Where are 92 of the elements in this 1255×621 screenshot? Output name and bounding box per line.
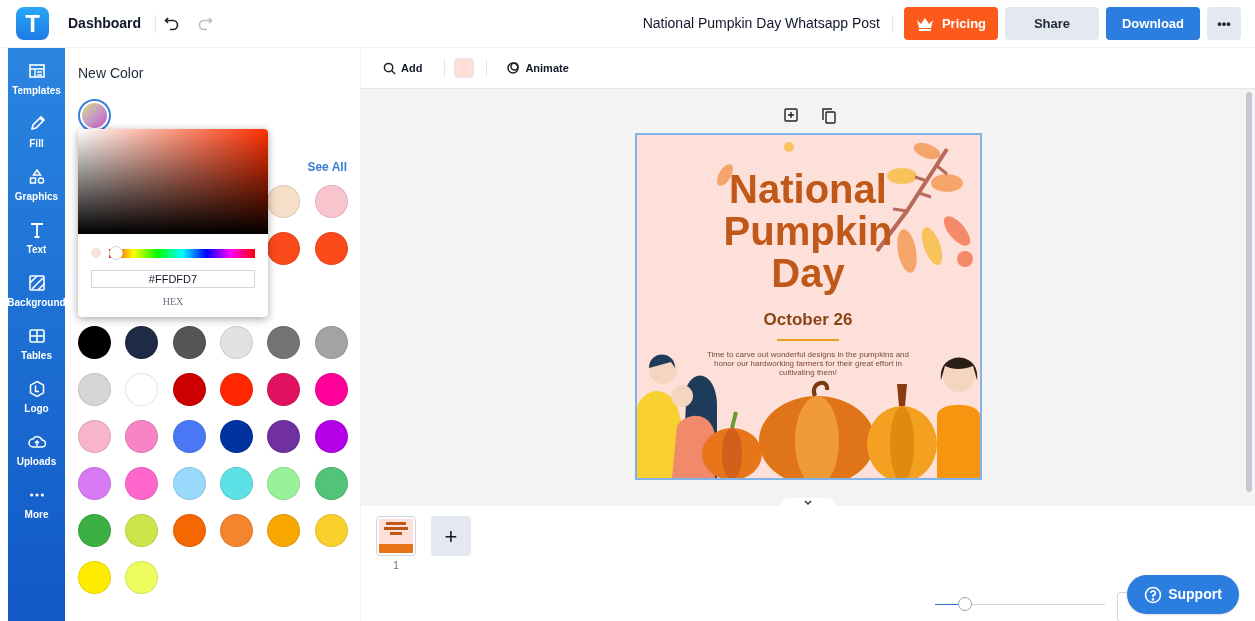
fill-color-swatch[interactable] <box>454 58 475 78</box>
app-logo[interactable]: T <box>16 7 49 40</box>
sidebar-item[interactable]: Fill <box>8 115 65 151</box>
color-swatch[interactable] <box>78 467 111 500</box>
more-button[interactable]: ••• <box>1207 7 1241 40</box>
zoom-thumb[interactable] <box>958 597 973 611</box>
pricing-button[interactable]: Pricing <box>904 7 998 40</box>
color-swatch[interactable] <box>220 514 253 547</box>
color-swatch[interactable] <box>172 420 206 453</box>
color-swatch[interactable] <box>125 514 159 547</box>
color-swatch[interactable] <box>314 185 348 218</box>
sidebar-item[interactable]: Uploads <box>8 433 65 469</box>
color-swatch[interactable] <box>314 467 348 500</box>
sidebar-item[interactable]: Background <box>8 274 65 310</box>
color-swatch[interactable] <box>78 561 111 594</box>
color-swatch[interactable] <box>172 373 206 406</box>
color-swatch[interactable] <box>314 420 348 453</box>
color-swatch[interactable] <box>172 514 206 547</box>
redo-icon[interactable] <box>197 15 214 32</box>
design-canvas[interactable]: National Pumpkin Day October 26 Time to carve out wonderful designs in the pumpkins and honor our hardworking farmers for their great effort in cultivating them! <box>634 133 982 480</box>
share-button[interactable]: Share <box>1005 7 1099 40</box>
color-swatch[interactable] <box>314 232 348 265</box>
search-icon <box>383 61 396 75</box>
zoom-slider[interactable] <box>935 597 1105 611</box>
sidebar-item[interactable]: Text <box>8 221 65 257</box>
add-page-button[interactable]: + <box>431 516 471 556</box>
color-swatch[interactable] <box>125 373 159 406</box>
color-swatch[interactable] <box>125 326 159 359</box>
duplicate-icon[interactable] <box>822 108 836 124</box>
color-preview <box>91 248 101 258</box>
color-swatch[interactable] <box>267 514 301 547</box>
support-button[interactable]: Support <box>1127 575 1239 614</box>
color-swatch[interactable] <box>314 373 348 406</box>
shapes-icon <box>27 168 46 186</box>
hue-thumb[interactable] <box>109 246 123 260</box>
design-description[interactable]: Time to carve out wonderful designs in the pumpkins and honor our hardworking farmers for their great effort in cultivating them! <box>705 349 911 377</box>
color-swatch[interactable] <box>267 185 301 218</box>
panel-title: New Color <box>78 64 145 83</box>
color-swatch[interactable] <box>78 373 111 406</box>
sidebar-item[interactable]: Graphics <box>8 168 65 204</box>
crown-icon <box>915 16 934 31</box>
cloud-upload-icon <box>27 433 46 451</box>
see-all-link[interactable]: See All <box>307 158 347 176</box>
color-swatch[interactable] <box>78 514 111 547</box>
design-title[interactable]: National Pumpkin Day <box>723 168 893 294</box>
add-button[interactable]: Add <box>383 59 423 77</box>
document-title[interactable]: National Pumpkin Day Whatsapp Post <box>642 13 880 34</box>
chevron-down-icon <box>804 500 812 506</box>
hue-slider[interactable] <box>109 246 255 260</box>
sidebar-item[interactable]: More <box>8 486 65 522</box>
color-swatch[interactable] <box>267 232 301 265</box>
color-swatch[interactable] <box>78 326 111 359</box>
sidebar-item[interactable]: Logo <box>8 380 65 416</box>
color-swatch[interactable] <box>78 420 111 453</box>
color-swatch[interactable] <box>125 467 159 500</box>
color-swatch[interactable] <box>267 326 301 359</box>
color-swatch[interactable] <box>267 467 301 500</box>
page-number: 1 <box>393 559 399 573</box>
table-icon <box>27 327 46 345</box>
more-icon <box>29 493 44 497</box>
download-button[interactable]: Download <box>1106 7 1200 40</box>
hex-label: HEX <box>161 295 185 309</box>
undo-icon[interactable] <box>164 15 181 32</box>
zoom-field[interactable] <box>1117 592 1127 621</box>
help-icon <box>1144 585 1163 604</box>
design-date[interactable]: October 26 <box>763 307 853 333</box>
color-swatch[interactable] <box>172 467 206 500</box>
color-swatch[interactable] <box>314 514 348 547</box>
color-swatch[interactable] <box>220 420 253 453</box>
rings-icon <box>506 61 521 75</box>
striped-square-icon <box>27 274 46 292</box>
scrollbar[interactable] <box>1246 92 1252 492</box>
animate-button[interactable]: Animate <box>506 59 569 77</box>
color-swatch[interactable] <box>172 326 206 359</box>
color-swatch[interactable] <box>125 420 159 453</box>
add-page-icon[interactable] <box>784 108 798 122</box>
layout-icon <box>27 62 46 80</box>
color-swatch[interactable] <box>220 326 253 359</box>
hexagon-icon <box>27 380 46 398</box>
new-color-button[interactable] <box>82 103 107 128</box>
color-swatch[interactable] <box>220 373 253 406</box>
hex-input[interactable]: #FFDFD7 <box>91 270 255 288</box>
page-thumbnail[interactable] <box>376 516 416 556</box>
color-swatch[interactable] <box>267 373 301 406</box>
color-swatch[interactable] <box>125 561 159 594</box>
dashboard-link[interactable]: Dashboard <box>68 13 142 34</box>
color-swatch[interactable] <box>267 420 301 453</box>
sidebar-item[interactable]: Tables <box>8 327 65 363</box>
color-swatch[interactable] <box>314 326 348 359</box>
sidebar-item[interactable]: Templates <box>8 62 65 98</box>
color-swatch[interactable] <box>220 467 253 500</box>
saturation-area[interactable] <box>78 129 268 234</box>
